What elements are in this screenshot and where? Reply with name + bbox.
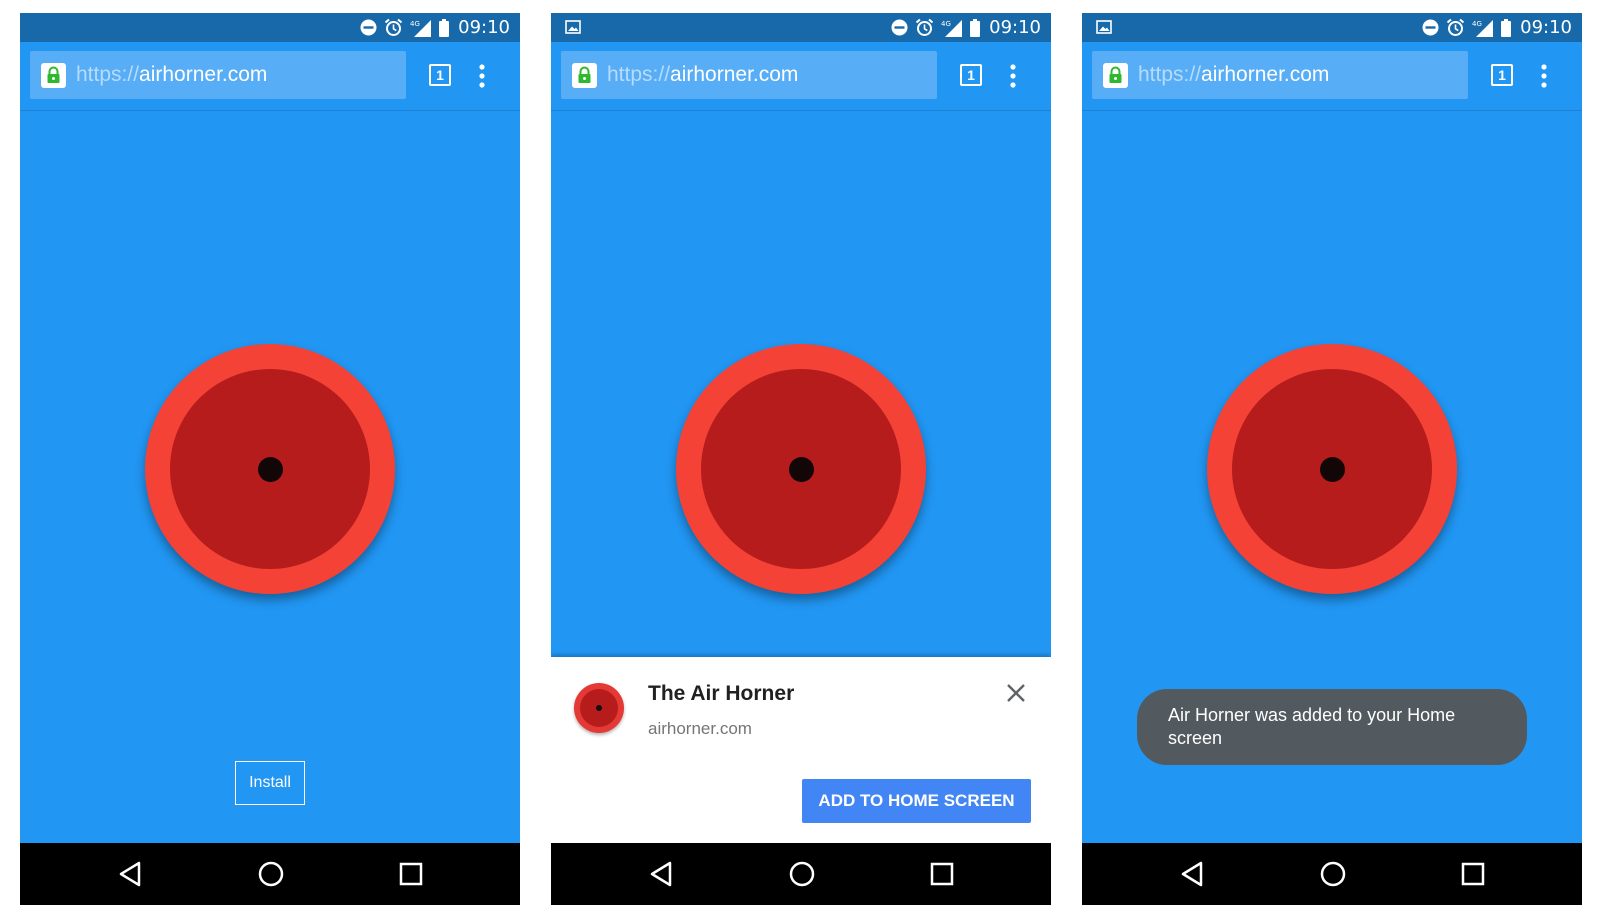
url-bar[interactable]: https://airhorner.com xyxy=(30,51,406,99)
toast-message: Air Horner was added to your Home screen xyxy=(1137,689,1527,765)
horn-center-dot xyxy=(1320,457,1345,482)
url-bar[interactable]: https://airhorner.com xyxy=(1092,51,1468,99)
phone-screen-banner: 4G 09:10 https://airhorner.com 1 The Air… xyxy=(551,13,1051,905)
url-host: airhorner.com xyxy=(670,63,799,86)
nav-home-icon[interactable] xyxy=(1318,859,1348,889)
add-to-home-screen-button[interactable]: ADD TO HOME SCREEN xyxy=(802,779,1031,823)
url-host: airhorner.com xyxy=(1201,63,1330,86)
nav-recents-icon[interactable] xyxy=(1458,859,1488,889)
signal-icon: 4G xyxy=(410,19,432,37)
add-to-home-banner: The Air Horner airhorner.com ADD TO HOME… xyxy=(551,657,1051,843)
battery-icon xyxy=(439,18,450,37)
url-scheme: https:// xyxy=(607,63,671,86)
url-scheme: https:// xyxy=(76,63,140,86)
lock-icon[interactable] xyxy=(41,63,66,88)
status-time: 09:10 xyxy=(989,17,1041,38)
battery-icon xyxy=(1501,18,1512,37)
image-notification-icon xyxy=(1096,20,1112,34)
alarm-icon xyxy=(384,18,403,36)
phone-screen-added: 4G 09:10 https://airhorner.com 1 Air Hor… xyxy=(1082,13,1582,905)
url-bar[interactable]: https://airhorner.com xyxy=(561,51,937,99)
nav-back-icon[interactable] xyxy=(1178,859,1208,889)
url-text[interactable]: https://airhorner.com xyxy=(607,63,798,87)
dnd-icon xyxy=(1422,19,1439,36)
toast-text: Air Horner was added to your Home screen xyxy=(1168,705,1456,748)
more-vert-icon[interactable] xyxy=(476,62,488,90)
status-icons: 4G 09:10 xyxy=(1422,13,1572,42)
navigation-bar xyxy=(1082,843,1582,905)
svg-text:4G: 4G xyxy=(941,20,951,28)
status-bar: 4G 09:10 xyxy=(20,13,520,42)
browser-toolbar: https://airhorner.com 1 xyxy=(20,42,520,111)
status-icons: 4G 09:10 xyxy=(360,13,510,42)
nav-back-icon[interactable] xyxy=(647,859,677,889)
nav-recents-icon[interactable] xyxy=(396,859,426,889)
tab-switcher-button[interactable]: 1 xyxy=(960,64,982,86)
navigation-bar xyxy=(551,843,1051,905)
air-horn-button[interactable] xyxy=(676,344,926,594)
lock-icon[interactable] xyxy=(572,63,597,88)
nav-home-icon[interactable] xyxy=(256,859,286,889)
tab-switcher-button[interactable]: 1 xyxy=(1491,64,1513,86)
url-scheme: https:// xyxy=(1138,63,1202,86)
air-horn-button[interactable] xyxy=(145,344,395,594)
air-horn-button[interactable] xyxy=(1207,344,1457,594)
url-text[interactable]: https://airhorner.com xyxy=(1138,63,1329,87)
more-vert-icon[interactable] xyxy=(1007,62,1019,90)
status-time: 09:10 xyxy=(1520,17,1572,38)
lock-icon[interactable] xyxy=(1103,63,1128,88)
browser-toolbar: https://airhorner.com 1 xyxy=(1082,42,1582,111)
dnd-icon xyxy=(360,19,377,36)
banner-app-url: airhorner.com xyxy=(648,719,752,738)
horn-center-dot xyxy=(789,457,814,482)
signal-icon: 4G xyxy=(941,19,963,37)
svg-text:4G: 4G xyxy=(410,20,420,28)
battery-icon xyxy=(970,18,981,37)
app-icon-dot xyxy=(596,705,602,711)
nav-back-icon[interactable] xyxy=(116,859,146,889)
status-bar: 4G 09:10 xyxy=(551,13,1051,42)
horn-center-dot xyxy=(258,457,283,482)
signal-icon: 4G xyxy=(1472,19,1494,37)
alarm-icon xyxy=(915,18,934,36)
phone-screen-install: 4G 09:10 https://airhorner.com 1 Install xyxy=(20,13,520,905)
dnd-icon xyxy=(891,19,908,36)
close-icon[interactable] xyxy=(1005,682,1027,704)
nav-home-icon[interactable] xyxy=(787,859,817,889)
navigation-bar xyxy=(20,843,520,905)
more-vert-icon[interactable] xyxy=(1538,62,1550,90)
browser-toolbar: https://airhorner.com 1 xyxy=(551,42,1051,111)
image-notification-icon xyxy=(565,20,581,34)
url-text[interactable]: https://airhorner.com xyxy=(76,63,267,87)
install-button[interactable]: Install xyxy=(235,761,305,805)
app-icon xyxy=(574,683,624,733)
alarm-icon xyxy=(1446,18,1465,36)
svg-text:4G: 4G xyxy=(1472,20,1482,28)
nav-recents-icon[interactable] xyxy=(927,859,957,889)
tab-switcher-button[interactable]: 1 xyxy=(429,64,451,86)
banner-app-name: The Air Horner xyxy=(648,682,795,705)
status-time: 09:10 xyxy=(458,17,510,38)
status-bar: 4G 09:10 xyxy=(1082,13,1582,42)
status-icons: 4G 09:10 xyxy=(891,13,1041,42)
url-host: airhorner.com xyxy=(139,63,268,86)
